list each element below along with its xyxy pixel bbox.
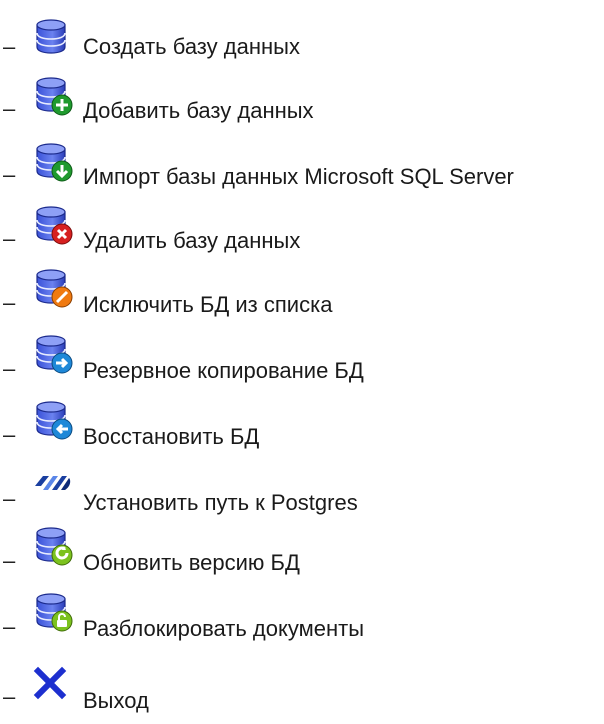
menu-item-exit[interactable]: – Выход xyxy=(0,656,604,716)
menu-item-label: Исключить БД из списка xyxy=(83,292,333,317)
bullet-dash: – xyxy=(3,684,16,709)
bullet-dash: – xyxy=(3,548,16,573)
menu-item-label: Создать базу данных xyxy=(83,34,300,59)
menu-item-label: Восстановить БД xyxy=(83,424,260,449)
menu-item-create-database[interactable]: – Создать базу данных xyxy=(0,18,604,78)
menu-item-label: Установить путь к Postgres xyxy=(83,490,358,515)
menu-item-label: Удалить базу данных xyxy=(83,228,301,253)
bullet-dash: – xyxy=(3,96,16,121)
postgres-path-icon xyxy=(35,476,71,490)
menu-item-label: Выход xyxy=(83,688,149,713)
menu-item-label: Разблокировать документы xyxy=(83,616,365,641)
exit-icon xyxy=(33,666,67,700)
bullet-dash: – xyxy=(3,614,16,639)
database-restore-icon xyxy=(36,401,73,440)
database-backup-icon xyxy=(36,335,73,374)
bullet-dash: – xyxy=(3,226,16,251)
menu-item-label: Добавить базу данных xyxy=(83,98,314,123)
menu-item-add-database[interactable]: – Добавить базу данных xyxy=(0,76,604,136)
menu-item-import-mssql[interactable]: – Импорт базы данных Microsoft SQL Serve… xyxy=(0,138,604,198)
database-update-icon xyxy=(36,527,73,566)
bullet-dash: – xyxy=(3,290,16,315)
bullet-dash: – xyxy=(3,356,16,381)
bullet-dash: – xyxy=(3,162,16,187)
bullet-dash: – xyxy=(3,34,16,59)
database-delete-icon xyxy=(36,206,73,245)
menu-item-postgres-path[interactable]: – Установить путь к Postgres xyxy=(0,466,604,526)
database-exclude-icon xyxy=(36,269,73,308)
database-import-icon xyxy=(36,143,73,182)
database-unlock-icon xyxy=(36,593,73,632)
menu-item-label: Резервное копирование БД xyxy=(83,358,364,383)
bullet-dash: – xyxy=(3,486,16,511)
menu-item-backup-database[interactable]: – Резервное копирование БД xyxy=(0,332,604,392)
menu-item-unlock-documents[interactable]: – Разблокировать документы xyxy=(0,588,604,648)
menu-item-update-database[interactable]: – Обновить версию БД xyxy=(0,522,604,582)
menu-item-label: Импорт базы данных Microsoft SQL Server xyxy=(83,164,514,189)
menu-item-label: Обновить версию БД xyxy=(83,550,300,575)
database-add-icon xyxy=(36,77,73,116)
bullet-dash: – xyxy=(3,422,16,447)
menu-item-delete-database[interactable]: – Удалить базу данных xyxy=(0,200,604,260)
database-icon xyxy=(36,19,66,54)
menu-item-restore-database[interactable]: – Восстановить БД xyxy=(0,396,604,456)
menu-item-exclude-database[interactable]: – Исключить БД из списка xyxy=(0,266,604,326)
